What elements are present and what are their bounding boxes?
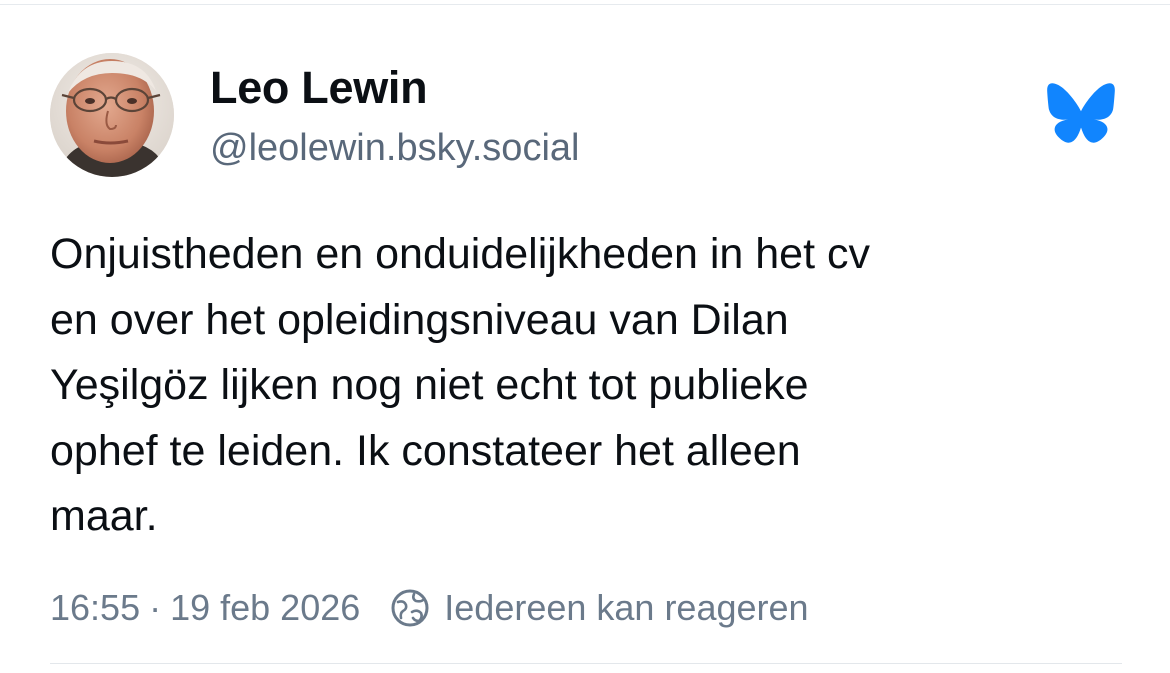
bottom-divider	[50, 663, 1122, 664]
reply-setting-label[interactable]: Iedereen kan reageren	[444, 587, 808, 629]
post-date[interactable]: 19 feb 2026	[170, 587, 360, 629]
post-time[interactable]: 16:55	[50, 587, 140, 629]
author-display-name[interactable]: Leo Lewin	[210, 62, 428, 114]
top-divider	[0, 4, 1170, 5]
post-meta: 16:55 · 19 feb 2026 Iedereen kan reagere…	[50, 583, 809, 633]
author-handle[interactable]: @leolewin.bsky.social	[210, 127, 579, 170]
meta-separator: ·	[149, 587, 162, 628]
globe-reply-icon	[390, 588, 430, 628]
bluesky-butterfly-icon[interactable]	[1046, 81, 1116, 145]
avatar[interactable]	[50, 53, 174, 177]
post-card[interactable]: Leo Lewin @leolewin.bsky.social Onjuisth…	[0, 0, 1170, 673]
post-text: Onjuistheden en onduidelijkheden in het …	[50, 230, 870, 540]
